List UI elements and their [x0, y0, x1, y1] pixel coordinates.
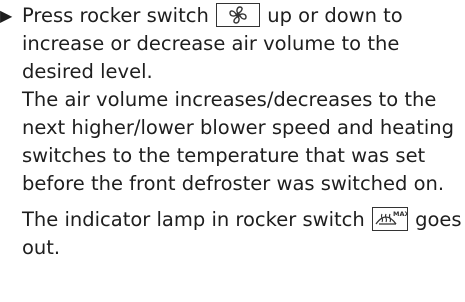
defroster-max-label: MAX [393, 210, 407, 218]
instruction-step: ▶ Press rocker switch up or down to incr… [0, 2, 465, 86]
lamp-paragraph: The indicator lamp in rocker switch MAX … [0, 206, 465, 262]
step-text-before: Press rocker switch [22, 4, 209, 27]
result-paragraph: The air volume increases/decreases to th… [22, 88, 454, 195]
fan-icon [216, 3, 261, 27]
defroster-max-icon: MAX [371, 207, 408, 231]
step-bullet-icon: ▶ [0, 6, 13, 25]
instruction-block: ▶ Press rocker switch up or down to incr… [0, 0, 465, 262]
lamp-text-before: The indicator lamp in rocker switch [22, 208, 365, 231]
